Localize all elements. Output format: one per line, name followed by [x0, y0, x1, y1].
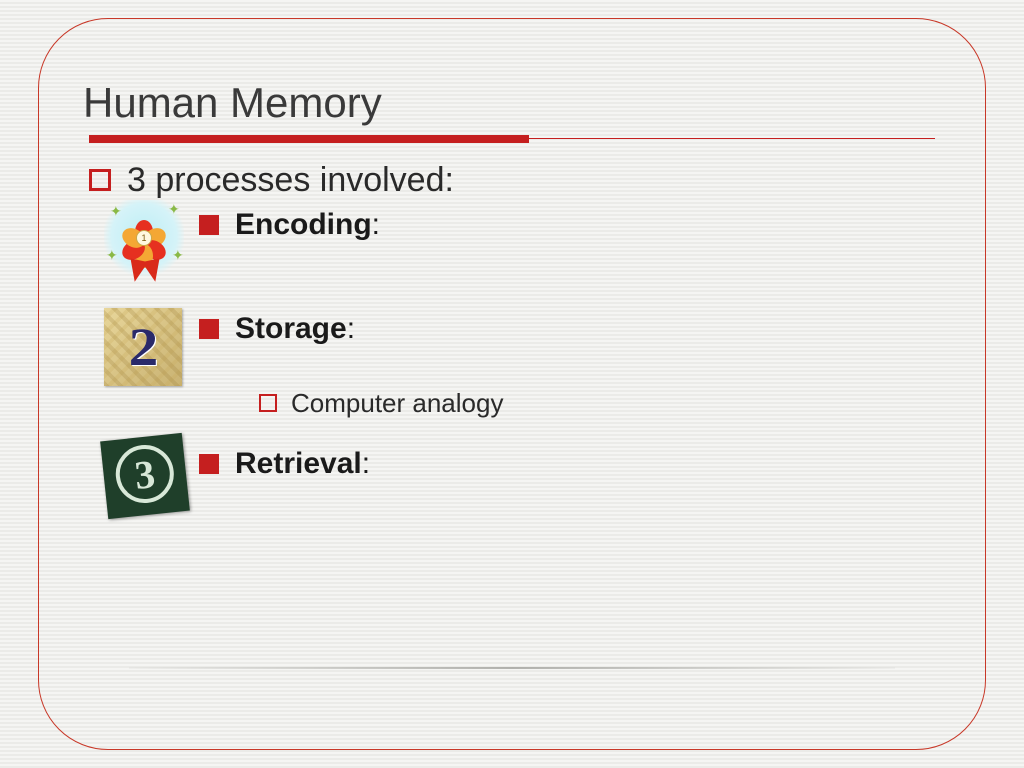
slide-content: 3 processes involved: 1 ✦ ✦ ✦ ✦ [89, 161, 935, 481]
list-item-encoding: 1 ✦ ✦ ✦ ✦ Encoding: [199, 208, 935, 242]
item-label: Retrieval: [235, 447, 370, 481]
item-label-bold: Storage [235, 312, 347, 345]
title-underline [89, 135, 935, 143]
solid-square-bullet-icon [199, 454, 219, 474]
badge-one-icon: 1 ✦ ✦ ✦ ✦ [104, 200, 184, 280]
item-label-bold: Retrieval [235, 447, 362, 480]
item-suffix: : [372, 208, 380, 241]
item-label: Encoding: [235, 208, 380, 242]
item-suffix: : [347, 312, 355, 345]
solid-square-bullet-icon [199, 319, 219, 339]
slide-title: Human Memory [83, 79, 935, 127]
sub-bullet-row: Computer analogy [259, 388, 935, 419]
item-label-bold: Encoding [235, 208, 372, 241]
item-label: Storage: [235, 312, 355, 346]
main-bullet-row: 3 processes involved: [89, 161, 935, 200]
hollow-square-bullet-icon [89, 169, 111, 191]
tile-three-icon: 3 [104, 437, 186, 515]
list-item-storage: 2 Storage: [199, 312, 935, 346]
slide-frame: Human Memory 3 processes involved: 1 ✦ ✦ [38, 18, 986, 750]
hollow-square-bullet-icon [259, 394, 277, 412]
item-suffix: : [362, 447, 370, 480]
tile-two-icon: 2 [104, 308, 182, 386]
sub-bullet-text: Computer analogy [291, 388, 503, 419]
bottom-divider [129, 667, 895, 669]
main-bullet-text: 3 processes involved: [127, 161, 454, 200]
solid-square-bullet-icon [199, 215, 219, 235]
list-item-retrieval: 3 Retrieval: [199, 447, 935, 481]
